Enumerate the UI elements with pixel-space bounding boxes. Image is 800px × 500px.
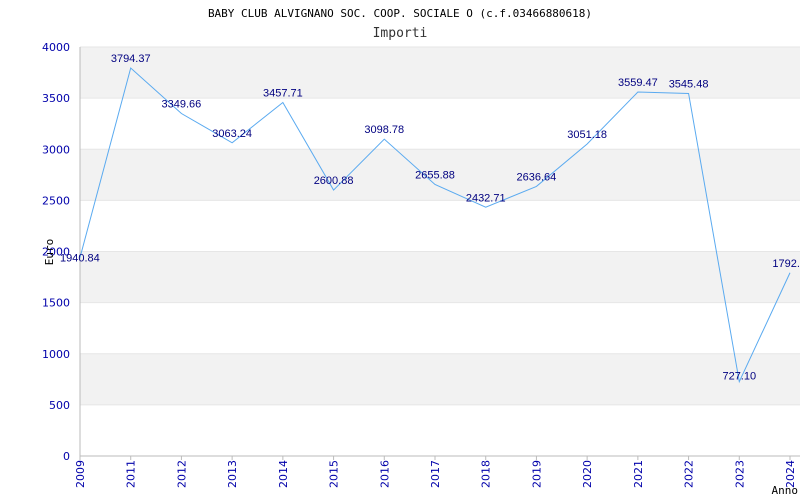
- data-label: 3545.48: [669, 78, 709, 90]
- y-tick-label: 500: [49, 399, 70, 412]
- y-tick-label: 1000: [42, 348, 70, 361]
- x-tick-label: 2009: [74, 460, 87, 488]
- y-axis-label: Euro: [43, 239, 56, 266]
- x-tick-label: 2022: [683, 460, 696, 488]
- y-tick-label: 1500: [42, 297, 70, 310]
- y-tick-label: 4000: [42, 41, 70, 54]
- y-tick-label: 3000: [42, 143, 70, 156]
- x-tick-label: 2021: [632, 460, 645, 488]
- x-axis-label: Anno: [772, 484, 799, 497]
- data-label: 3349.66: [162, 98, 202, 110]
- data-label: 1940.84: [60, 253, 100, 265]
- x-tick-label: 2014: [277, 460, 290, 488]
- x-tick-label: 2019: [530, 460, 543, 488]
- x-tick-label: 2020: [581, 460, 594, 488]
- y-tick-label: 0: [63, 450, 70, 463]
- chart-subtitle: Importi: [373, 26, 428, 41]
- data-label: 3063.24: [212, 128, 252, 140]
- x-tick-label: 2013: [226, 460, 239, 488]
- data-label: 727.10: [722, 371, 756, 383]
- x-tick-label: 2015: [328, 460, 341, 488]
- x-tick-label: 2023: [733, 460, 746, 488]
- y-tick-label: 2500: [42, 194, 70, 207]
- data-label: 3559.47: [618, 77, 658, 89]
- data-label: 2432.71: [466, 192, 506, 204]
- line-chart: 05001000150020002500300035004000 2009 201…: [42, 7, 800, 497]
- data-label: 3098.78: [364, 124, 404, 136]
- data-labels: 1940.84 3794.37 3349.66 3063.24 3457.71 2600.…: [60, 53, 800, 383]
- x-tick-label: 2012: [175, 460, 188, 488]
- data-label: 1792.0: [772, 258, 800, 270]
- data-label: 2636.64: [517, 171, 557, 183]
- data-label: 3794.37: [111, 53, 151, 65]
- y-tick-label: 3500: [42, 92, 70, 105]
- x-tick-label: 2016: [378, 460, 391, 488]
- x-tick-label: 2011: [125, 460, 138, 488]
- x-axis-ticks: 2009 2011 2012 2013 2014 2015 2016 2017 2018 2019…: [74, 456, 797, 488]
- grid-band: [80, 353, 800, 405]
- grid-band: [80, 251, 800, 303]
- x-tick-label: 2017: [429, 460, 442, 488]
- data-label: 3457.71: [263, 87, 303, 99]
- data-label: 2600.88: [314, 175, 354, 187]
- chart-title: BABY CLUB ALVIGNANO SOC. COOP. SOCIALE O…: [208, 7, 592, 20]
- data-label: 2655.88: [415, 169, 455, 181]
- x-tick-label: 2018: [480, 460, 493, 488]
- series-line: [79, 67, 791, 384]
- data-label: 3051.18: [567, 129, 607, 141]
